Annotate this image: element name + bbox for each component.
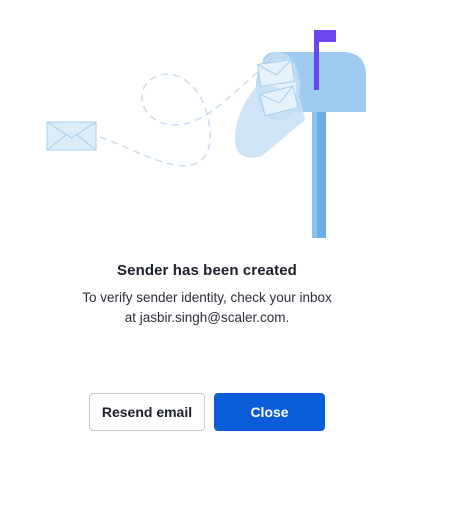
envelope-icon: [46, 121, 97, 151]
envelope-icon: [257, 59, 295, 87]
close-button[interactable]: Close: [214, 393, 325, 431]
flight-path: [99, 71, 259, 167]
resend-email-button[interactable]: Resend email: [89, 393, 205, 431]
sender-created-dialog: Sender has been created To verify sender…: [0, 0, 465, 512]
message-line: To verify sender identity, check your in…: [82, 290, 332, 305]
dialog-title: Sender has been created: [117, 262, 297, 279]
message-line: at jasbir.singh@scaler.com.: [124, 310, 290, 325]
dialog-message: To verify sender identity, check your in…: [0, 288, 414, 328]
mailbox-illustration: [46, 30, 366, 238]
